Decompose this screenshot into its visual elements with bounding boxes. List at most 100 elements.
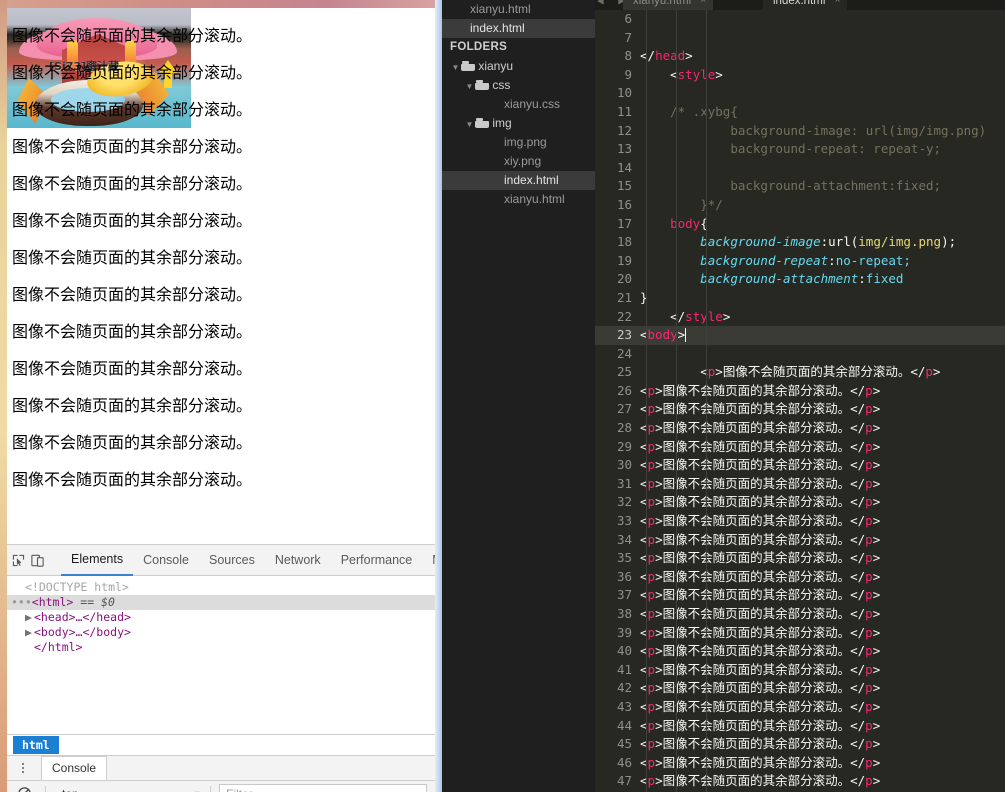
devtools-tab-performance[interactable]: Performance (331, 546, 423, 575)
code-line[interactable]: </style> (640, 307, 1005, 327)
code-line[interactable]: <p>图像不会随页面的其余部分滚动。</p> (640, 400, 1005, 420)
code-line[interactable]: <p>图像不会随页面的其余部分滚动。</p> (640, 437, 1005, 457)
code-line[interactable]: <p>图像不会随页面的其余部分滚动。</p> (640, 530, 1005, 550)
device-toolbar-icon[interactable] (30, 549, 45, 571)
tree-file-xianyu-html[interactable]: xianyu.html (442, 190, 595, 209)
code-line[interactable]: <style> (640, 65, 1005, 85)
code-line[interactable]: <p>图像不会随页面的其余部分滚动。</p> (640, 549, 1005, 568)
line-number: 25 (616, 364, 632, 380)
code-line[interactable]: <p>图像不会随页面的其余部分滚动。</p> (640, 567, 1005, 587)
line-number: 16 (616, 196, 632, 212)
indent-guide (646, 586, 647, 605)
code-line[interactable]: }*/ (640, 195, 1005, 215)
code-text-area[interactable]: </head> <style> /* .xybg{ background-ima… (640, 10, 1005, 792)
editor-tab-index-html[interactable]: index.html × (763, 0, 848, 10)
code-line[interactable]: <p>图像不会随页面的其余部分滚动。</p> (640, 623, 1005, 643)
tree-folder-xianyu[interactable]: ▼ xianyu (442, 57, 595, 76)
code-line[interactable]: <p>图像不会随页面的其余部分滚动。</p> (640, 753, 1005, 773)
code-line[interactable] (640, 84, 1005, 103)
code-line[interactable]: <p>图像不会随页面的其余部分滚动。</p> (640, 363, 1005, 382)
code-line[interactable]: <p>图像不会随页面的其余部分滚动。</p> (640, 381, 1005, 401)
code-line[interactable]: background-repeat:no-repeat; (640, 251, 1005, 271)
line-number: 17 (616, 215, 632, 231)
open-file-xianyu-html[interactable]: xianyu.html (442, 0, 595, 19)
dom-body-node[interactable]: ▶ <body>…</body> (7, 625, 435, 640)
code-line[interactable]: <p>图像不会随页面的其余部分滚动。</p> (640, 772, 1005, 791)
code-line[interactable] (640, 344, 1005, 364)
code-line[interactable]: <p>图像不会随页面的其余部分滚动。</p> (640, 586, 1005, 605)
code-line[interactable] (640, 10, 1005, 29)
clear-console-icon[interactable] (11, 783, 37, 792)
devtools-tab-sources[interactable]: Sources (199, 546, 265, 575)
code-line[interactable]: body{ (640, 214, 1005, 234)
tree-folder-css[interactable]: ▼ css (442, 76, 595, 95)
chevron-right-icon[interactable]: ▶ (25, 610, 34, 625)
tree-folder-img[interactable]: ▼ img (442, 114, 595, 133)
open-files-list: xianyu.html index.html (442, 0, 595, 38)
code-line[interactable]: background-attachment:fixed; (640, 177, 1005, 196)
open-file-index-html[interactable]: index.html (442, 19, 595, 38)
editor-tab-xianyu-html[interactable]: xianyu.html × (623, 0, 714, 10)
page-paragraph: 图像不会随页面的其余部分滚动。 (12, 174, 253, 193)
indent-guide (646, 660, 647, 680)
tree-file-xianyu-css[interactable]: xianyu.css (442, 95, 595, 114)
code-pane: ◀ ▶ xianyu.html × index.html × 6 7 8 9 10 11 12 13… (595, 0, 1005, 792)
code-line[interactable]: background-image: url(img/img.png) (640, 121, 1005, 141)
code-line[interactable]: <p>图像不会随页面的其余部分滚动。</p> (640, 605, 1005, 624)
code-line[interactable]: <p>图像不会随页面的其余部分滚动。</p> (640, 456, 1005, 475)
code-line[interactable]: <p>图像不会随页面的其余部分滚动。</p> (640, 735, 1005, 754)
breadcrumb-item-html[interactable]: html (13, 736, 59, 754)
devtools-tab-network[interactable]: Network (265, 546, 331, 575)
chevron-right-icon[interactable]: ▶ (25, 625, 34, 640)
devtools-tab-m[interactable]: M (422, 546, 435, 575)
inspect-cursor-icon[interactable] (11, 549, 26, 571)
indent-guide (676, 660, 677, 680)
code-line[interactable] (640, 158, 1005, 178)
code-line[interactable]: <p>图像不会随页面的其余部分滚动。</p> (640, 474, 1005, 494)
close-icon[interactable]: × (700, 0, 706, 10)
code-line[interactable]: <p>图像不会随页面的其余部分滚动。</p> (640, 419, 1005, 438)
tree-file-index-html[interactable]: index.html (442, 171, 595, 190)
close-icon[interactable]: × (835, 0, 841, 10)
indent-guide (706, 493, 707, 513)
code-line[interactable]: background-repeat: repeat-y; (640, 140, 1005, 159)
drawer-tab-console[interactable]: Console (41, 756, 108, 780)
code-line[interactable]: <p>图像不会随页面的其余部分滚动。</p> (640, 493, 1005, 513)
code-line[interactable]: <p>图像不会随页面的其余部分滚动。</p> (640, 697, 1005, 717)
console-context-select[interactable]: top ▼ (62, 787, 202, 792)
dom-head-node[interactable]: ▶ <head>…</head> (7, 610, 435, 625)
console-divider (45, 786, 46, 792)
code-line[interactable]: /* .xybg{ (640, 102, 1005, 122)
devtools-tab-console[interactable]: Console (133, 546, 199, 575)
more-options-icon[interactable] (13, 756, 33, 780)
console-filter-input[interactable]: Filter (219, 784, 427, 792)
code-line[interactable]: <p>图像不会随页面的其余部分滚动。</p> (640, 512, 1005, 531)
tree-file-xiy-png[interactable]: xiy.png (442, 152, 595, 171)
code-line[interactable]: <p>图像不会随页面的其余部分滚动。</p> (640, 660, 1005, 680)
line-number: 38 (616, 606, 632, 621)
indent-guide (646, 307, 647, 327)
code-line[interactable]: } (640, 288, 1005, 308)
chevron-down-icon[interactable]: ▼ (464, 77, 475, 95)
code-line[interactable]: <p>图像不会随页面的其余部分滚动。</p> (640, 716, 1005, 736)
chevron-down-icon[interactable]: ▼ (464, 115, 475, 133)
code-line[interactable] (640, 28, 1005, 48)
code-line[interactable]: </head> (640, 47, 1005, 66)
line-number: 43 (616, 698, 632, 714)
devtools-tab-strip: Elements Console Sources Network Performance… (61, 545, 435, 576)
indent-guide (706, 512, 707, 531)
devtools-tab-elements[interactable]: Elements (61, 545, 134, 576)
code-line[interactable]: <p>图像不会随页面的其余部分滚动。</p> (640, 642, 1005, 661)
tree-file-img-png[interactable]: img.png (442, 133, 595, 152)
code-line[interactable]: <p>图像不会随页面的其余部分滚动。</p> (640, 679, 1005, 698)
line-number: 31 (616, 475, 632, 491)
chevron-down-icon[interactable]: ▼ (450, 58, 461, 76)
code-line[interactable]: background-image:url(img/img.png); (640, 233, 1005, 252)
code-line[interactable]: <body> (640, 326, 1005, 345)
dom-html-node[interactable]: •••<html> == $0 (7, 595, 435, 610)
indent-guide (676, 735, 677, 754)
code-line[interactable]: background-attachment:fixed (640, 270, 1005, 289)
